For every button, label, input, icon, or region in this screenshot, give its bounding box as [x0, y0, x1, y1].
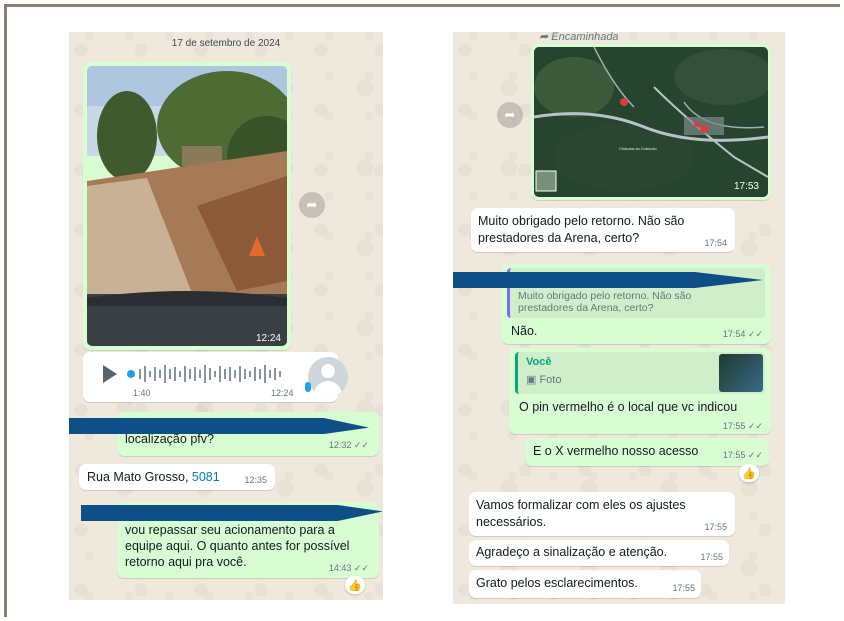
- forward-icon[interactable]: ➦: [497, 102, 523, 128]
- map-place-label: Chácara do Cubículo: [619, 146, 657, 151]
- quoted-type: ▣ Foto: [526, 374, 562, 386]
- quoted-text: Muito obrigado pelo retorno. Não são pre…: [518, 290, 692, 314]
- photo-message[interactable]: 12:24: [83, 62, 291, 350]
- photo-icon: ▣: [526, 374, 540, 386]
- message-address[interactable]: Rua Mato Grosso, 5081 12:35: [79, 464, 275, 490]
- message-time: 12:32 ✓✓: [328, 440, 369, 450]
- message-text: Rua Mato Grosso, 5081: [87, 470, 220, 484]
- read-ticks-icon: ✓✓: [353, 563, 369, 573]
- map-time: 17:53: [733, 181, 759, 192]
- message-time: 17:55 ✓✓: [722, 450, 763, 460]
- message-text: Agradeço a sinalização e atenção.: [476, 545, 668, 559]
- redaction-bar: [69, 418, 369, 434]
- read-ticks-icon: ✓✓: [747, 421, 763, 431]
- satellite-map[interactable]: [534, 47, 768, 197]
- audio-message[interactable]: 1:40 12:24: [83, 352, 348, 402]
- message-text: Não.: [511, 324, 538, 338]
- quoted-author: Você: [526, 356, 552, 368]
- audio-progress-dot[interactable]: [127, 370, 135, 378]
- chat-panel-left[interactable]: 17 de setembro de 2024 12:24 ➦ 1:40 12:2…: [69, 32, 383, 600]
- photo-time: 12:24: [255, 333, 281, 344]
- message-time: 14:43 ✓✓: [328, 563, 369, 573]
- audio-duration: 1:40: [133, 388, 151, 398]
- read-ticks-icon: ✓✓: [747, 329, 763, 339]
- message-grato[interactable]: Grato pelos esclarecimentos. 17:55: [469, 570, 701, 598]
- message-x-access[interactable]: E o X vermelho nosso acesso 17:55 ✓✓: [525, 438, 769, 466]
- forward-icon[interactable]: ➦: [299, 192, 325, 218]
- message-agradeco[interactable]: Agradeço a sinalização e atenção. 17:55: [469, 540, 729, 566]
- quoted-photo[interactable]: Você ▣ Foto: [515, 352, 765, 394]
- message-text: Vamos formalizar com eles os ajustes nec…: [476, 498, 686, 529]
- message-text: localização pfv?: [125, 432, 214, 446]
- play-icon[interactable]: [103, 365, 117, 383]
- audio-time: 12:24: [271, 388, 294, 398]
- message-text: O pin vermelho é o local que vc indicou: [519, 400, 738, 414]
- reaction-thumbs-up-icon[interactable]: 👍: [739, 464, 759, 482]
- date-label: 17 de setembro de 2024: [171, 38, 281, 49]
- message-pin[interactable]: Você ▣ Foto O pin vermelho é o local que…: [509, 348, 771, 434]
- chat-panel-right[interactable]: ➦ Encaminhada Chácara do Cubículo 17:53 …: [453, 32, 785, 604]
- read-ticks-icon: ✓✓: [747, 450, 763, 460]
- message-time: 17:54: [704, 238, 727, 248]
- reaction-thumbs-up-icon[interactable]: 👍: [345, 576, 365, 594]
- road-photo[interactable]: [87, 66, 287, 346]
- message-formalize[interactable]: Vamos formalizar com eles os ajustes nec…: [469, 492, 735, 536]
- message-text: E o X vermelho nosso acesso: [533, 444, 699, 458]
- audio-waveform[interactable]: [139, 363, 289, 385]
- mic-icon: [305, 382, 311, 392]
- message-time: 17:55: [700, 552, 723, 562]
- message-text: Grato pelos esclarecimentos.: [476, 576, 638, 590]
- message-time: 17:55: [672, 583, 695, 593]
- message-thanks[interactable]: Muito obrigado pelo retorno. Não são pre…: [471, 208, 735, 252]
- redaction-bar: [81, 505, 383, 521]
- message-text: Muito obrigado pelo retorno. Não são pre…: [478, 214, 685, 245]
- message-time: 17:55: [704, 522, 727, 532]
- message-time: 17:55 ✓✓: [722, 421, 763, 431]
- message-time: 12:35: [244, 475, 267, 485]
- avatar[interactable]: [308, 357, 348, 397]
- map-message[interactable]: Chácara do Cubículo 17:53: [531, 44, 771, 200]
- read-ticks-icon: ✓✓: [353, 440, 369, 450]
- quoted-thumbnail: [719, 354, 763, 392]
- forwarded-label: ➦ Encaminhada: [539, 32, 619, 43]
- address-number-link[interactable]: 5081: [192, 470, 220, 484]
- message-time: 17:54 ✓✓: [722, 329, 763, 339]
